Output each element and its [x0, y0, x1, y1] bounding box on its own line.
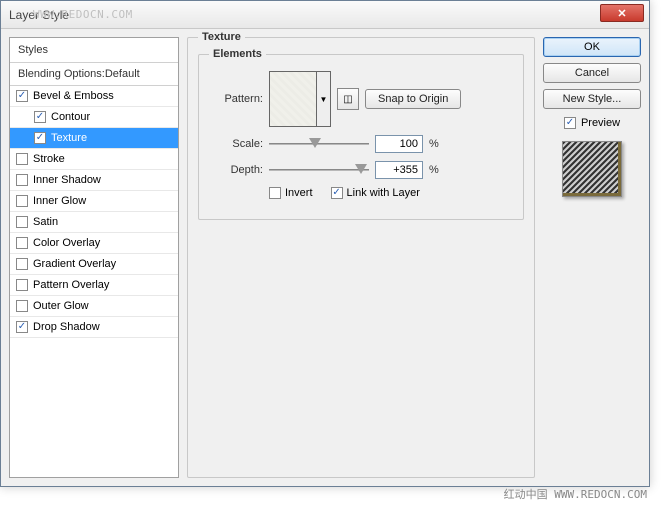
ok-button[interactable]: OK: [543, 37, 641, 57]
style-item-gradient-overlay[interactable]: Gradient Overlay: [10, 254, 178, 275]
texture-group: Texture Elements Pattern: ▼ ◫ Snap to Or…: [187, 37, 535, 478]
style-item-bevel-emboss[interactable]: Bevel & Emboss: [10, 86, 178, 107]
scale-row: Scale: %: [211, 135, 511, 153]
depth-unit: %: [429, 164, 439, 176]
style-item-inner-shadow[interactable]: Inner Shadow: [10, 170, 178, 191]
style-item-stroke[interactable]: Stroke: [10, 149, 178, 170]
checkbox-icon: [269, 187, 281, 199]
link-label: Link with Layer: [347, 187, 420, 199]
scale-label: Scale:: [211, 138, 263, 150]
style-item-inner-glow[interactable]: Inner Glow: [10, 191, 178, 212]
chevron-down-icon[interactable]: ▼: [316, 72, 330, 126]
layer-style-dialog: Layer Style WWW.REDOCN.COM ✕ Styles Blen…: [0, 0, 650, 487]
styles-list: Bevel & Emboss Contour Texture Stroke Inner …: [10, 86, 178, 338]
style-item-label: Contour: [51, 111, 90, 123]
checks-row: Invert Link with Layer: [211, 187, 511, 199]
checkbox-icon[interactable]: [16, 237, 28, 249]
depth-label: Depth:: [211, 164, 263, 176]
dialog-body: Styles Blending Options:Default Bevel & …: [1, 29, 649, 486]
checkbox-icon[interactable]: [16, 174, 28, 186]
watermark-top: WWW.REDOCN.COM: [33, 8, 133, 21]
close-button[interactable]: ✕: [600, 4, 644, 22]
pattern-picker[interactable]: ▼: [269, 71, 331, 127]
pattern-thumb: [270, 72, 316, 126]
style-item-label: Inner Shadow: [33, 174, 101, 186]
scale-slider[interactable]: [269, 136, 369, 152]
elements-group: Elements Pattern: ▼ ◫ Snap to Origin: [198, 54, 524, 220]
center-panel: Texture Elements Pattern: ▼ ◫ Snap to Or…: [187, 37, 535, 478]
right-panel: OK Cancel New Style... Preview: [543, 37, 641, 478]
watermark-bottom: 红动中国 WWW.REDOCN.COM: [504, 486, 647, 502]
scale-unit: %: [429, 138, 439, 150]
style-item-satin[interactable]: Satin: [10, 212, 178, 233]
style-item-texture[interactable]: Texture: [10, 128, 178, 149]
style-item-label: Satin: [33, 216, 58, 228]
style-item-label: Color Overlay: [33, 237, 100, 249]
preview-checkbox[interactable]: Preview: [543, 117, 641, 129]
style-item-drop-shadow[interactable]: Drop Shadow: [10, 317, 178, 338]
style-item-outer-glow[interactable]: Outer Glow: [10, 296, 178, 317]
checkbox-icon[interactable]: [16, 153, 28, 165]
create-icon: ◫: [343, 94, 352, 105]
style-item-contour[interactable]: Contour: [10, 107, 178, 128]
preview-thumbnail: [562, 141, 622, 197]
style-item-color-overlay[interactable]: Color Overlay: [10, 233, 178, 254]
checkbox-icon[interactable]: [16, 90, 28, 102]
checkbox-icon[interactable]: [16, 300, 28, 312]
style-item-pattern-overlay[interactable]: Pattern Overlay: [10, 275, 178, 296]
style-item-label: Bevel & Emboss: [33, 90, 114, 102]
checkbox-icon[interactable]: [16, 195, 28, 207]
checkbox-icon[interactable]: [16, 216, 28, 228]
link-with-layer-checkbox[interactable]: Link with Layer: [331, 187, 420, 199]
snap-to-origin-button[interactable]: Snap to Origin: [365, 89, 461, 109]
styles-header[interactable]: Styles: [10, 38, 178, 63]
depth-slider[interactable]: [269, 162, 369, 178]
invert-checkbox[interactable]: Invert: [269, 187, 313, 199]
texture-group-label: Texture: [198, 31, 245, 43]
style-item-label: Gradient Overlay: [33, 258, 116, 270]
pattern-label: Pattern:: [211, 93, 263, 105]
checkbox-icon[interactable]: [34, 132, 46, 144]
elements-group-label: Elements: [209, 48, 266, 60]
checkbox-icon[interactable]: [16, 258, 28, 270]
style-item-label: Drop Shadow: [33, 321, 100, 333]
depth-input[interactable]: [375, 161, 423, 179]
style-item-label: Pattern Overlay: [33, 279, 109, 291]
blending-options[interactable]: Blending Options:Default: [10, 63, 178, 86]
style-item-label: Inner Glow: [33, 195, 86, 207]
checkbox-icon[interactable]: [16, 279, 28, 291]
depth-row: Depth: %: [211, 161, 511, 179]
invert-label: Invert: [285, 187, 313, 199]
new-style-button[interactable]: New Style...: [543, 89, 641, 109]
checkbox-icon[interactable]: [34, 111, 46, 123]
checkbox-icon: [564, 117, 576, 129]
style-item-label: Texture: [51, 132, 87, 144]
cancel-button[interactable]: Cancel: [543, 63, 641, 83]
checkbox-icon: [331, 187, 343, 199]
pattern-row: Pattern: ▼ ◫ Snap to Origin: [211, 71, 511, 127]
styles-panel: Styles Blending Options:Default Bevel & …: [9, 37, 179, 478]
preview-label: Preview: [581, 117, 620, 129]
style-item-label: Outer Glow: [33, 300, 89, 312]
scale-input[interactable]: [375, 135, 423, 153]
style-item-label: Stroke: [33, 153, 65, 165]
titlebar: Layer Style WWW.REDOCN.COM ✕: [1, 1, 649, 29]
close-icon: ✕: [617, 7, 626, 20]
new-preset-button[interactable]: ◫: [337, 88, 359, 110]
checkbox-icon[interactable]: [16, 321, 28, 333]
